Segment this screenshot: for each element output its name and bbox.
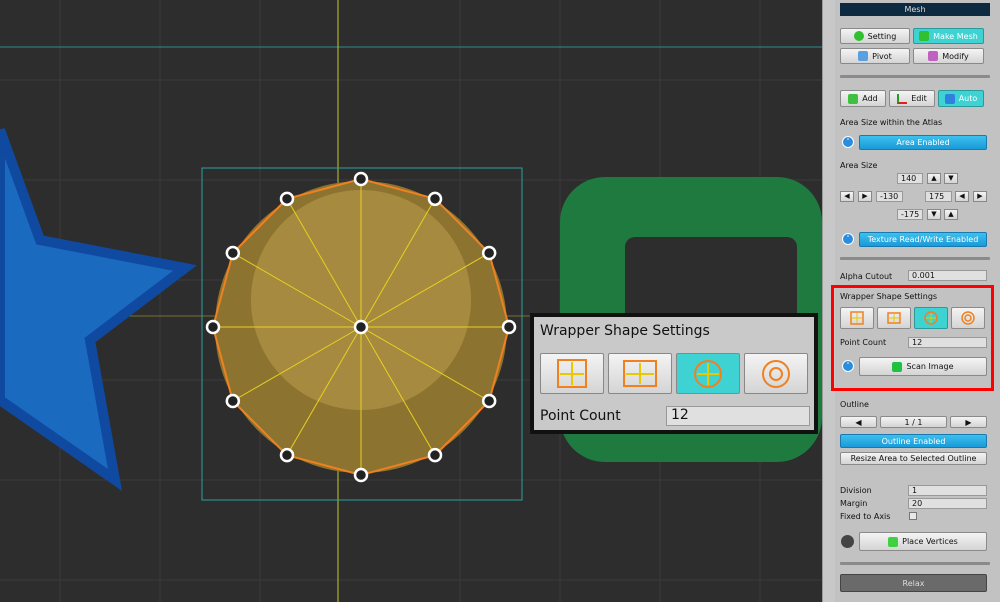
shape-ring-button[interactable] [744,353,808,394]
margin-label: Margin [840,499,868,508]
divider [840,562,990,565]
status-dot [841,535,854,548]
area-top-down[interactable]: ▼ [944,173,958,184]
place-vertices-label: Place Vertices [902,537,958,546]
shape-rect-button[interactable] [540,353,604,394]
wrapper-control-point[interactable] [481,245,497,261]
add-vertex-icon [848,93,859,104]
tab-setting[interactable]: Setting [840,28,910,44]
callout-title: Wrapper Shape Settings [540,323,710,339]
scene-viewport[interactable] [0,0,822,602]
area-left-field[interactable]: -130 [876,191,903,202]
place-vertices-icon [888,536,899,547]
tab-label: Setting [867,31,897,41]
outline-prev-button[interactable]: ◀ [840,416,877,428]
division-label: Division [840,486,872,495]
relax-button[interactable]: Relax [840,574,987,592]
wrapper-control-point[interactable] [353,319,369,335]
scan-image-label: Scan Image [906,362,954,371]
area-bottom-up[interactable]: ▲ [944,209,958,220]
tab-label: Modify [942,51,969,61]
wrapper-control-point[interactable] [205,319,221,335]
tab-label: Pivot [872,51,892,61]
area-bottom-field[interactable]: -175 [897,209,923,220]
mode-label: Add [862,94,878,103]
auto-icon [944,93,955,104]
chevron-down-icon[interactable]: ˅ [842,233,854,245]
area-size-label: Area Size [840,161,878,170]
outline-enabled-button[interactable]: Outline Enabled [840,434,987,448]
scan-image-button[interactable]: Scan Image [859,357,987,376]
wrapper-label: Wrapper Shape Settings [840,292,938,301]
alpha-cutout-field[interactable]: 0.001 [908,270,987,281]
shape-rect-multi-button[interactable] [608,353,672,394]
wrapper-control-point[interactable] [279,191,295,207]
wrapper-control-point[interactable] [481,393,497,409]
area-left-right[interactable]: ▶ [858,191,872,202]
wrapper-control-point[interactable] [225,393,241,409]
edit-axis-icon [897,93,908,104]
outline-label: Outline [840,400,869,409]
division-field[interactable]: 1 [908,485,987,496]
outline-page: 1 / 1 [880,416,947,428]
area-right-right[interactable]: ▶ [973,191,987,202]
chevron-down-icon[interactable]: ˅ [842,136,854,148]
shape-circle-button[interactable] [676,353,740,394]
area-bottom-down[interactable]: ▼ [927,209,941,220]
scan-icon [892,361,903,372]
mode-add[interactable]: Add [840,90,886,107]
mode-auto[interactable]: Auto [938,90,984,107]
resize-area-button[interactable]: Resize Area to Selected Outline [840,452,987,465]
area-left-left[interactable]: ◀ [840,191,854,202]
point-count-label: Point Count [840,338,887,347]
area-top-up[interactable]: ▲ [927,173,941,184]
mode-edit[interactable]: Edit [889,90,935,107]
wrapper-control-point[interactable] [279,447,295,463]
texture-rw-button[interactable]: Texture Read/Write Enabled [859,232,987,247]
fixed-axis-checkbox[interactable] [909,512,917,520]
callout-point-count-field[interactable]: 12 [666,406,810,426]
shape-circle-button[interactable] [914,307,948,329]
mesh-panel: Mesh Setting Make Mesh Pivot Modify Add … [831,0,1000,602]
callout-point-count-label: Point Count [540,408,621,424]
modify-icon [928,51,939,61]
chevron-down-icon[interactable]: ˅ [842,360,854,372]
wrapper-control-point[interactable] [353,171,369,187]
area-right-left[interactable]: ◀ [955,191,969,202]
tab-modify[interactable]: Modify [913,48,984,64]
shape-rect-button[interactable] [840,307,874,329]
mesh-icon [919,31,930,41]
area-atlas-label: Area Size within the Atlas [840,118,943,127]
mode-label: Auto [958,94,978,103]
area-top-field[interactable]: 140 [897,173,923,184]
wrapper-control-point[interactable] [427,447,443,463]
tab-label: Make Mesh [933,31,978,41]
fixed-axis-label: Fixed to Axis [840,512,891,521]
tab-pivot[interactable]: Pivot [840,48,910,64]
info-icon [853,31,864,41]
pivot-icon [858,51,869,61]
shape-rect-multi-button[interactable] [877,307,911,329]
area-enabled-button[interactable]: Area Enabled [859,135,987,150]
divider [840,257,990,260]
wrapper-control-point[interactable] [225,245,241,261]
margin-field[interactable]: 20 [908,498,987,509]
mode-label: Edit [911,94,927,103]
tab-make-mesh[interactable]: Make Mesh [913,28,984,44]
divider [840,75,990,78]
outline-next-button[interactable]: ▶ [950,416,987,428]
wrapper-control-point[interactable] [427,191,443,207]
point-count-field[interactable]: 12 [908,337,987,348]
panel-title: Mesh [840,3,990,16]
wrapper-control-point[interactable] [501,319,517,335]
place-vertices-button[interactable]: Place Vertices [859,532,987,551]
wrapper-control-point[interactable] [353,467,369,483]
wrapper-callout: Wrapper Shape Settings Point Count 12 [530,313,818,434]
area-right-field[interactable]: 175 [925,191,952,202]
alpha-cutout-label: Alpha Cutout [840,272,893,281]
star-sprite [0,128,197,491]
shape-ring-button[interactable] [951,307,985,329]
wrapper-shape[interactable] [205,171,517,483]
